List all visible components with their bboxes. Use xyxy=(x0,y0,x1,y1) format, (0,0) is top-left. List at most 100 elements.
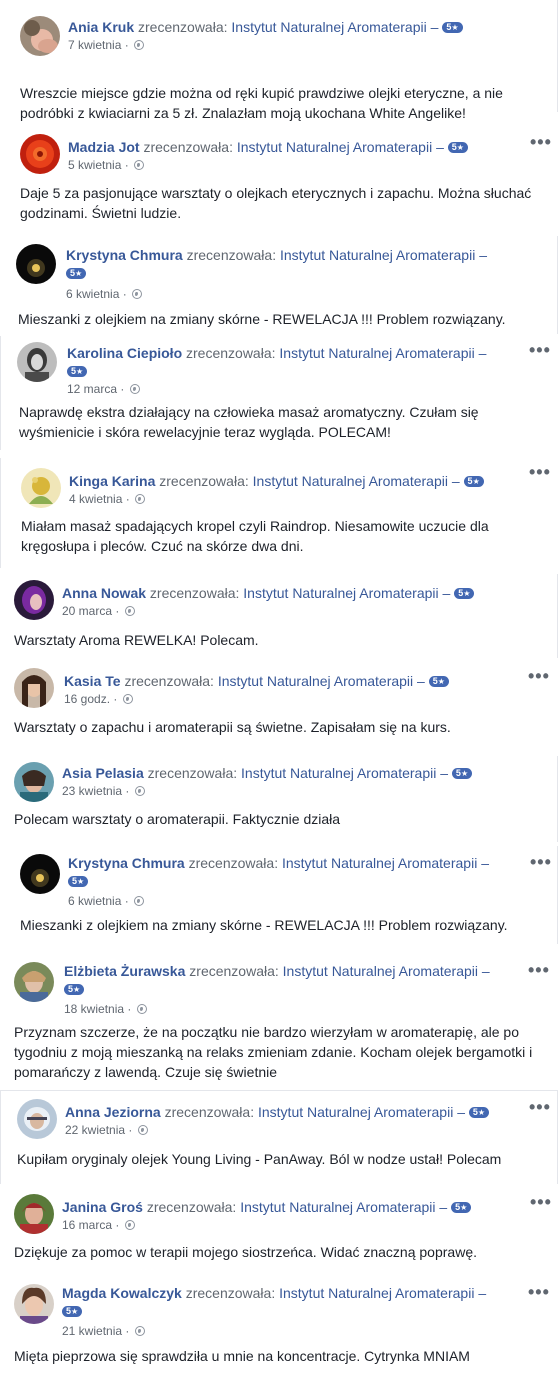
reviewer-name[interactable]: Anna Jeziorna xyxy=(65,1104,161,1120)
dash: – xyxy=(442,585,451,601)
review-verb: zrecenzowała: xyxy=(185,1285,276,1301)
review-header: Kasia Te zrecenzowała: Instytut Naturaln… xyxy=(64,672,449,690)
review-card: Asia Pelasia zrecenzowała: Instytut Natu… xyxy=(0,756,558,842)
page-link[interactable]: Instytut Naturalnej Aromaterapii xyxy=(253,473,448,489)
review-text: Wreszcie miejsce gdzie można od ręki kup… xyxy=(20,85,503,121)
review-date[interactable]: 23 kwietnia xyxy=(62,784,122,798)
rating-badge: 5★ xyxy=(68,876,89,887)
review-date[interactable]: 4 kwietnia xyxy=(69,492,122,506)
review-date[interactable]: 22 kwietnia xyxy=(65,1123,125,1137)
review-date[interactable]: 6 kwietnia xyxy=(68,894,121,908)
avatar[interactable] xyxy=(17,342,57,382)
review-meta: 20 marca · xyxy=(62,604,135,618)
star-icon: ★ xyxy=(73,985,81,994)
avatar[interactable] xyxy=(21,468,61,508)
meta-dot: · xyxy=(125,1324,130,1338)
more-options-button[interactable]: ••• xyxy=(530,853,552,871)
more-options-button[interactable]: ••• xyxy=(529,463,551,481)
globe-icon xyxy=(124,606,135,616)
review-date[interactable]: 7 kwietnia xyxy=(68,38,121,52)
review-date[interactable]: 16 godz. xyxy=(64,692,110,706)
more-options-button[interactable]: ••• xyxy=(529,1098,551,1116)
review-card: ••• Anna Jeziorna zrecenzowała: Instytut… xyxy=(0,1090,558,1184)
reviewer-name[interactable]: Kinga Karina xyxy=(69,473,155,489)
page-link[interactable]: Instytut Naturalnej Aromaterapii xyxy=(241,765,436,781)
reviewer-name[interactable]: Magda Kowalczyk xyxy=(62,1285,182,1301)
page-link[interactable]: Instytut Naturalnej Aromaterapii xyxy=(237,139,432,155)
page-link[interactable]: Instytut Naturalnej Aromaterapii xyxy=(280,247,475,263)
review-card: ••• Magda Kowalczyk zrecenzowała: Instyt… xyxy=(0,1278,558,1388)
rating-badge: 5★ xyxy=(468,1107,490,1118)
page-link[interactable]: Instytut Naturalnej Aromaterapii xyxy=(243,585,438,601)
page-link[interactable]: Instytut Naturalnej Aromaterapii xyxy=(282,855,477,871)
avatar[interactable] xyxy=(17,1099,57,1139)
avatar[interactable] xyxy=(20,134,60,174)
review-date[interactable]: 18 kwietnia xyxy=(64,1002,124,1016)
page-link[interactable]: Instytut Naturalnej Aromaterapii xyxy=(258,1104,453,1120)
avatar[interactable] xyxy=(20,16,60,56)
meta-dot: · xyxy=(115,604,120,618)
reviewer-name[interactable]: Madzia Jot xyxy=(68,139,140,155)
review-meta: 6 kwietnia · xyxy=(66,287,143,301)
star-icon: ★ xyxy=(77,877,85,886)
reviewer-name[interactable]: Krystyna Chmura xyxy=(66,247,183,263)
star-icon: ★ xyxy=(76,367,84,376)
dash: – xyxy=(440,765,449,781)
review-header: Magda Kowalczyk zrecenzowała: Instytut N… xyxy=(62,1284,486,1320)
review-verb: zrecenzowała: xyxy=(146,1199,237,1215)
review-meta: 4 kwietnia · xyxy=(69,492,146,506)
avatar[interactable] xyxy=(14,762,54,802)
more-options-button[interactable]: ••• xyxy=(530,133,552,151)
review-meta: 16 marca · xyxy=(62,1218,135,1232)
avatar[interactable] xyxy=(14,1284,54,1324)
meta-dot: · xyxy=(125,492,130,506)
reviewer-name[interactable]: Karolina Ciepioło xyxy=(67,345,182,361)
review-text: Mieszanki z olejkiem na zmiany skórne - … xyxy=(20,917,508,933)
page-link[interactable]: Instytut Naturalnej Aromaterapii xyxy=(231,19,426,35)
more-options-button[interactable]: ••• xyxy=(528,1283,550,1301)
rating-badge: 5★ xyxy=(428,676,449,687)
avatar[interactable] xyxy=(16,244,56,284)
more-options-button[interactable]: ••• xyxy=(528,961,550,979)
review-date[interactable]: 5 kwietnia xyxy=(68,158,121,172)
meta-dot: · xyxy=(115,1218,120,1232)
reviewer-name[interactable]: Elżbieta Żurawska xyxy=(64,963,185,979)
avatar[interactable] xyxy=(14,1194,54,1234)
page-link[interactable]: Instytut Naturalnej Aromaterapii xyxy=(240,1199,435,1215)
reviewer-name[interactable]: Janina Groś xyxy=(62,1199,143,1215)
page-link[interactable]: Instytut Naturalnej Aromaterapii xyxy=(218,673,413,689)
avatar[interactable] xyxy=(14,962,54,1002)
more-options-button[interactable]: ••• xyxy=(529,341,551,359)
more-options-button[interactable]: ••• xyxy=(528,667,550,685)
reviewer-name[interactable]: Kasia Te xyxy=(64,673,121,689)
page-link[interactable]: Instytut Naturalnej Aromaterapii xyxy=(283,963,478,979)
avatar[interactable] xyxy=(20,854,60,894)
rating-badge: 5★ xyxy=(451,1202,472,1213)
reviewer-name[interactable]: Anna Nowak xyxy=(62,585,146,601)
review-date[interactable]: 12 marca xyxy=(67,382,117,396)
dash: – xyxy=(481,855,489,871)
review-date[interactable]: 16 marca xyxy=(62,1218,112,1232)
reviewer-name[interactable]: Krystyna Chmura xyxy=(68,855,185,871)
meta-dot: · xyxy=(124,158,129,172)
star-icon: ★ xyxy=(460,1203,468,1212)
review-date[interactable]: 20 marca xyxy=(62,604,112,618)
review-text: Daje 5 za pasjonujące warsztaty o olejka… xyxy=(20,185,532,221)
page-link[interactable]: Instytut Naturalnej Aromaterapii xyxy=(279,345,474,361)
review-text: Mięta pieprzowa się sprawdziła u mnie na… xyxy=(14,1348,470,1364)
meta-dot: · xyxy=(120,382,125,396)
more-options-button[interactable]: ••• xyxy=(530,1193,552,1211)
review-meta: 12 marca · xyxy=(67,382,140,396)
review-text: Naprawdę ekstra działający na człowieka … xyxy=(19,404,479,440)
avatar[interactable] xyxy=(14,580,54,620)
review-date[interactable]: 6 kwietnia xyxy=(66,287,119,301)
review-date[interactable]: 21 kwietnia xyxy=(62,1324,122,1338)
review-card: Ania Kruk zrecenzowała: Instytut Natural… xyxy=(0,0,558,121)
reviewer-name[interactable]: Asia Pelasia xyxy=(62,765,144,781)
avatar[interactable] xyxy=(14,668,54,708)
review-meta: 16 godz. · xyxy=(64,692,133,706)
review-meta: 6 kwietnia · xyxy=(68,894,145,908)
reviewer-name[interactable]: Ania Kruk xyxy=(68,19,134,35)
meta-dot: · xyxy=(122,287,127,301)
page-link[interactable]: Instytut Naturalnej Aromaterapii xyxy=(279,1285,474,1301)
